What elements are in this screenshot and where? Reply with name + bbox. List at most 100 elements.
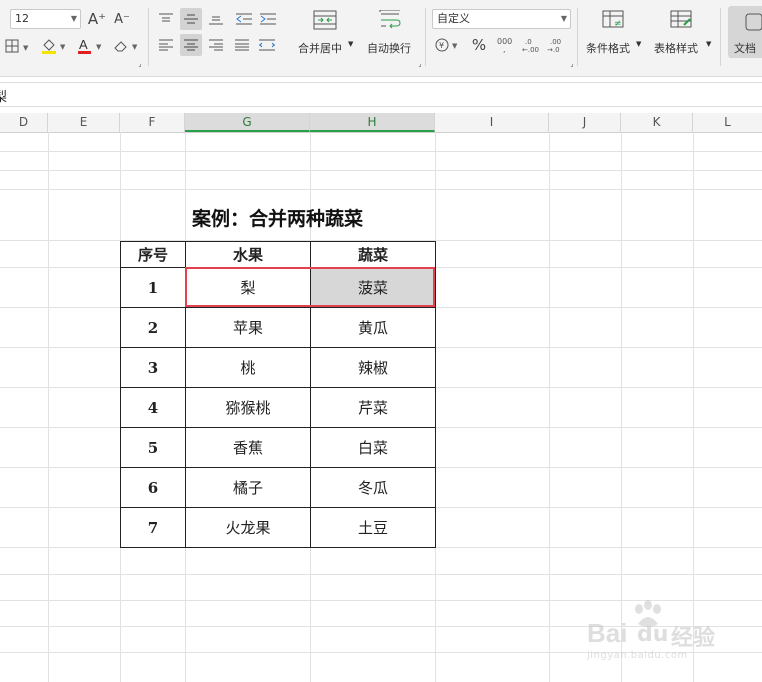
font-dialog-launcher-icon[interactable]: ⌟ — [136, 60, 144, 68]
align-center-button[interactable] — [180, 34, 202, 56]
wrap-text-label: 自动换行 — [367, 42, 411, 55]
table-row: 7 火龙果 土豆 — [120, 507, 436, 548]
index-cell[interactable]: 4 — [120, 387, 186, 428]
document-icon — [745, 13, 762, 31]
align-left-button[interactable] — [156, 35, 176, 55]
justify-icon — [235, 39, 249, 51]
clear-format-button[interactable]: ▼ — [112, 36, 142, 56]
fruit-cell[interactable]: 猕猴桃 — [185, 387, 311, 428]
fruit-cell[interactable]: 桃 — [185, 347, 311, 388]
column-header-j[interactable]: J — [549, 113, 621, 132]
svg-text:¥: ¥ — [439, 41, 444, 50]
conditional-format-button[interactable]: ≠ 条件格式 ▼ — [582, 7, 644, 57]
vegetable-cell[interactable]: 白菜 — [310, 427, 436, 468]
column-header-k[interactable]: K — [621, 113, 693, 132]
align-center-icon — [184, 39, 198, 51]
increase-decimal-icon: .0←.00 — [522, 38, 539, 54]
header-fruit[interactable]: 水果 — [185, 241, 311, 268]
eraser-icon: ▼ — [114, 41, 138, 52]
table-style-button[interactable]: 表格样式 ▼ — [650, 7, 714, 57]
number-format-combo[interactable]: 自定义 ▼ — [432, 9, 571, 29]
distributed-button[interactable] — [256, 35, 278, 55]
ribbon-divider — [148, 8, 149, 66]
index-cell[interactable]: 1 — [120, 267, 186, 308]
decrease-indent-button[interactable] — [234, 9, 254, 29]
ribbon-divider — [577, 8, 578, 66]
index-cell[interactable]: 3 — [120, 347, 186, 388]
formula-bar[interactable]: 梨 — [0, 82, 762, 107]
border-icon: ▼ — [5, 39, 29, 53]
fruit-cell[interactable]: 苹果 — [185, 307, 311, 348]
font-color-button[interactable]: A ▼ — [76, 36, 106, 56]
table-header-row: 序号 水果 蔬菜 — [120, 241, 436, 268]
align-middle-button[interactable] — [180, 8, 202, 30]
svg-text:.0: .0 — [525, 38, 532, 46]
watermark-url: jingyan.baidu.com — [587, 650, 688, 661]
decrease-decimal-button[interactable]: .00 →.0 — [546, 35, 568, 55]
merge-center-button[interactable]: 合并居中 ▼ — [292, 7, 358, 57]
conditional-format-label: 条件格式 — [586, 42, 630, 55]
ribbon-divider — [720, 8, 721, 66]
header-vegetable[interactable]: 蔬菜 — [310, 241, 436, 268]
watermark-brand: Bai — [587, 618, 628, 648]
ribbon-toolbar: 12 ▼ A⁺ A⁻ ▼ ▼ A ▼ ▼ 合并居中 ▼ 自动换行 自定义 ▼ ¥… — [0, 0, 762, 77]
fruit-cell[interactable]: 梨 — [185, 267, 311, 308]
fruit-cell[interactable]: 橘子 — [185, 467, 311, 508]
header-index[interactable]: 序号 — [120, 241, 186, 268]
justify-button[interactable] — [232, 35, 252, 55]
column-header-g[interactable]: G — [185, 113, 310, 132]
table-style-icon — [670, 10, 692, 28]
distributed-icon — [259, 39, 275, 51]
increase-font-button[interactable]: A⁺ — [87, 9, 107, 29]
align-dialog-launcher-icon[interactable]: ⌟ — [416, 60, 424, 68]
vegetable-cell[interactable]: 菠菜 — [310, 267, 436, 308]
index-cell[interactable]: 6 — [120, 467, 186, 508]
increase-decimal-button[interactable]: .0 ←.00 — [521, 35, 543, 55]
increase-indent-button[interactable] — [258, 9, 278, 29]
index-cell[interactable]: 2 — [120, 307, 186, 348]
grid-line — [0, 170, 762, 171]
svg-text:▼: ▼ — [132, 43, 138, 51]
vegetable-cell[interactable]: 土豆 — [310, 507, 436, 548]
fill-color-button[interactable]: ▼ — [40, 36, 70, 56]
chevron-down-icon: ▼ — [348, 40, 354, 48]
column-header-e[interactable]: E — [48, 113, 120, 132]
svg-text:≠: ≠ — [614, 19, 622, 29]
wrap-text-button[interactable]: 自动换行 — [364, 7, 420, 57]
table-row: 2 苹果 黄瓜 — [120, 307, 436, 348]
align-top-button[interactable] — [156, 9, 176, 29]
doc-helper-button[interactable]: 文档 — [728, 6, 762, 58]
vegetable-cell[interactable]: 冬瓜 — [310, 467, 436, 508]
column-header-h[interactable]: H — [310, 113, 435, 132]
thousands-icon: 000, — [497, 37, 512, 54]
align-right-button[interactable] — [206, 35, 226, 55]
vegetable-cell[interactable]: 黄瓜 — [310, 307, 436, 348]
column-header-f[interactable]: F — [120, 113, 185, 132]
column-header-l[interactable]: L — [693, 113, 762, 132]
chevron-down-icon: ▼ — [706, 40, 712, 48]
vegetable-cell[interactable]: 芹菜 — [310, 387, 436, 428]
align-bottom-icon — [209, 16, 223, 25]
index-cell[interactable]: 7 — [120, 507, 186, 548]
thousands-separator-button[interactable]: 000, — [495, 35, 515, 55]
grid-line — [0, 151, 762, 152]
fruit-cell[interactable]: 火龙果 — [185, 507, 311, 548]
sheet-title[interactable]: 案例：合并两种蔬菜 — [120, 204, 435, 231]
fruit-cell[interactable]: 香蕉 — [185, 427, 311, 468]
currency-icon: ¥ ▼ — [435, 38, 458, 52]
ribbon-divider — [425, 8, 426, 66]
index-cell[interactable]: 5 — [120, 427, 186, 468]
decrease-font-button[interactable]: A⁻ — [112, 9, 132, 29]
column-header-d[interactable]: D — [0, 113, 48, 132]
column-header-i[interactable]: I — [435, 113, 549, 132]
number-dialog-launcher-icon[interactable]: ⌟ — [568, 60, 576, 68]
border-button[interactable]: ▼ — [4, 37, 32, 55]
font-size-value: 12 — [15, 12, 29, 25]
align-bottom-button[interactable] — [206, 9, 226, 29]
number-format-value: 自定义 — [437, 12, 470, 25]
currency-button[interactable]: ¥ ▼ — [434, 35, 462, 55]
vegetable-cell[interactable]: 辣椒 — [310, 347, 436, 388]
percent-button[interactable]: % — [469, 35, 489, 55]
font-size-combo[interactable]: 12 ▼ — [10, 9, 81, 29]
formula-content: 梨 — [0, 90, 8, 105]
